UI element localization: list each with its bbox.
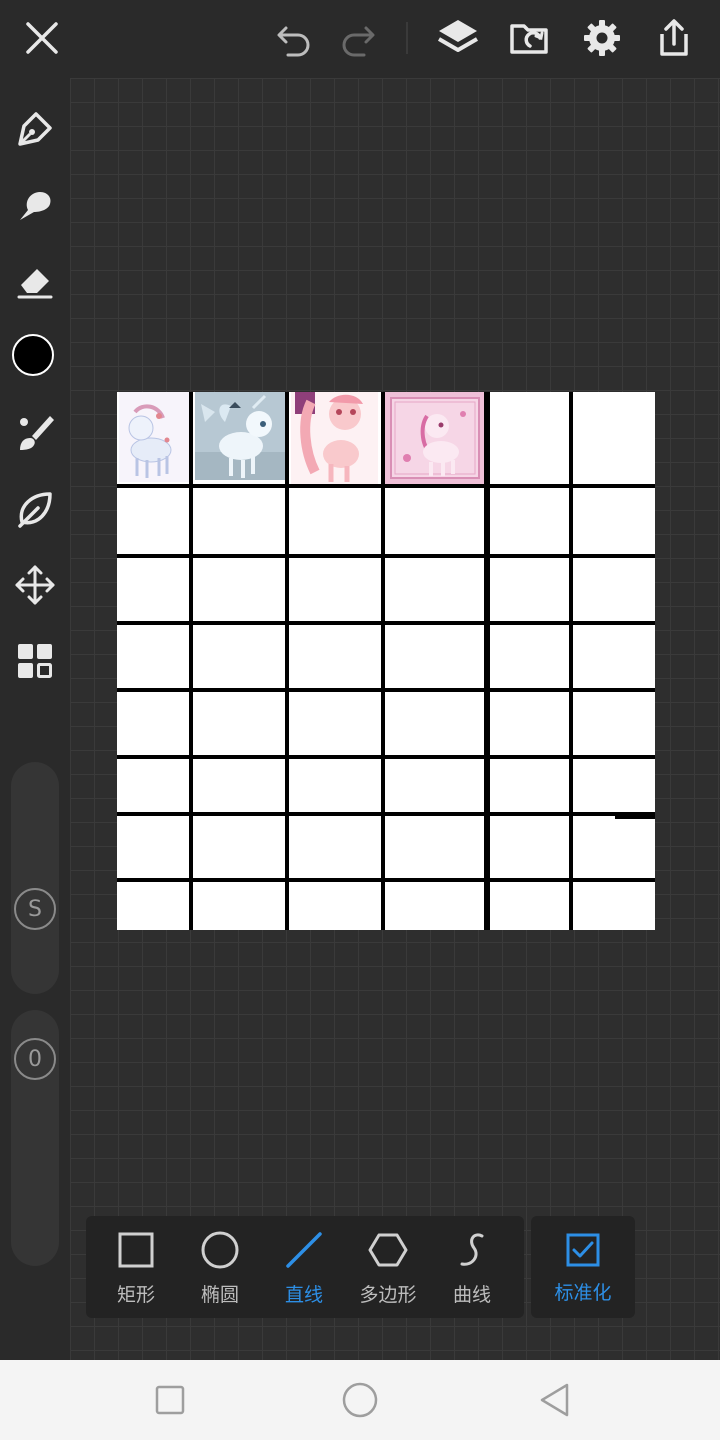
leaf-icon [18, 492, 52, 528]
eraser-icon [17, 269, 53, 299]
eraser-tool[interactable] [10, 256, 60, 306]
share-icon [660, 19, 688, 56]
grid-line-horizontal [117, 554, 655, 558]
artboard[interactable] [117, 392, 655, 930]
recents-button[interactable] [148, 1378, 192, 1422]
hexagon-icon [368, 1233, 408, 1267]
grid-line-vertical [486, 392, 490, 930]
ellipse-icon [201, 1231, 239, 1269]
pen-icon [18, 112, 52, 146]
shape-curve-label: 曲线 [452, 1284, 491, 1306]
shape-rectangle-button[interactable]: 矩形 [94, 1216, 178, 1318]
square-icon [155, 1385, 185, 1415]
normalize-label: 标准化 [554, 1282, 612, 1304]
shape-polygon-label: 多边形 [359, 1284, 417, 1306]
shape-line-button[interactable]: 直线 [262, 1216, 346, 1318]
brush-icon [20, 416, 54, 450]
shape-curve-button[interactable]: 曲线 [430, 1216, 514, 1318]
redo-icon [342, 26, 375, 57]
opacity-slider[interactable]: 0 [11, 1010, 59, 1266]
grid-line-horizontal [117, 484, 655, 488]
brush-tool[interactable] [10, 408, 60, 458]
size-slider-knob[interactable]: S [14, 888, 56, 930]
smudge-tool[interactable] [10, 180, 60, 230]
shape-ellipse-label: 椭圆 [200, 1284, 239, 1306]
stroke-mark [615, 812, 655, 819]
grid-line-vertical [569, 392, 573, 930]
import-button[interactable] [506, 14, 554, 62]
undo-icon [277, 26, 310, 57]
undo-button[interactable] [270, 14, 318, 62]
pony-thumbnail-4 [385, 392, 485, 484]
home-button[interactable] [338, 1378, 382, 1422]
share-button[interactable] [650, 14, 698, 62]
opacity-slider-label: 0 [28, 1046, 42, 1072]
layers-icon [437, 20, 479, 52]
redo-button[interactable] [334, 14, 382, 62]
grid-line-horizontal [117, 621, 655, 625]
grid-line-vertical [285, 392, 289, 930]
triangle-back-icon [540, 1383, 569, 1417]
grid-line-vertical [381, 392, 385, 930]
shape-polygon-button[interactable]: 多边形 [346, 1216, 430, 1318]
settings-button[interactable] [578, 14, 626, 62]
opacity-slider-knob[interactable]: 0 [14, 1038, 56, 1080]
size-slider[interactable]: S [11, 762, 59, 994]
grid-line-horizontal [117, 688, 655, 692]
layout-tool[interactable] [10, 636, 60, 686]
pony-thumbnail-1 [119, 392, 189, 482]
close-button[interactable] [18, 14, 66, 62]
move-icon [15, 565, 55, 605]
curve-icon [460, 1233, 484, 1266]
back-button[interactable] [532, 1378, 576, 1422]
pony-thumbnail-2 [195, 392, 285, 480]
smudge-icon [20, 192, 51, 220]
grid-line-horizontal [117, 755, 655, 759]
grid-line-horizontal [117, 812, 655, 816]
grid-line-horizontal [117, 878, 655, 882]
shape-panel: 矩形 椭圆 直线 多边形 曲线 [86, 1216, 524, 1318]
import-file-icon [510, 24, 548, 54]
layers-button[interactable] [434, 14, 482, 62]
size-slider-label: S [28, 896, 42, 922]
system-nav-bar [0, 1360, 720, 1440]
move-tool[interactable] [10, 560, 60, 610]
shape-line-label: 直线 [284, 1284, 323, 1306]
grid-line-vertical [189, 392, 193, 930]
top-toolbar [0, 0, 720, 78]
shape-rectangle-label: 矩形 [116, 1284, 155, 1306]
line-icon [286, 1232, 322, 1268]
checkbox-checked-icon [566, 1233, 600, 1267]
left-toolbar: S 0 [0, 78, 70, 1360]
gear-icon [584, 20, 620, 56]
pen-tool[interactable] [10, 104, 60, 154]
circle-icon [342, 1382, 378, 1418]
pony-thumbnail-3 [291, 392, 378, 484]
rectangle-icon [118, 1232, 154, 1268]
shape-ellipse-button[interactable]: 椭圆 [178, 1216, 262, 1318]
grid-layout-icon [18, 644, 52, 678]
leaf-tool[interactable] [10, 484, 60, 534]
normalize-toggle[interactable]: 标准化 [531, 1216, 635, 1318]
toolbar-divider [406, 22, 408, 54]
close-icon [26, 22, 58, 54]
color-picker[interactable] [12, 334, 54, 376]
